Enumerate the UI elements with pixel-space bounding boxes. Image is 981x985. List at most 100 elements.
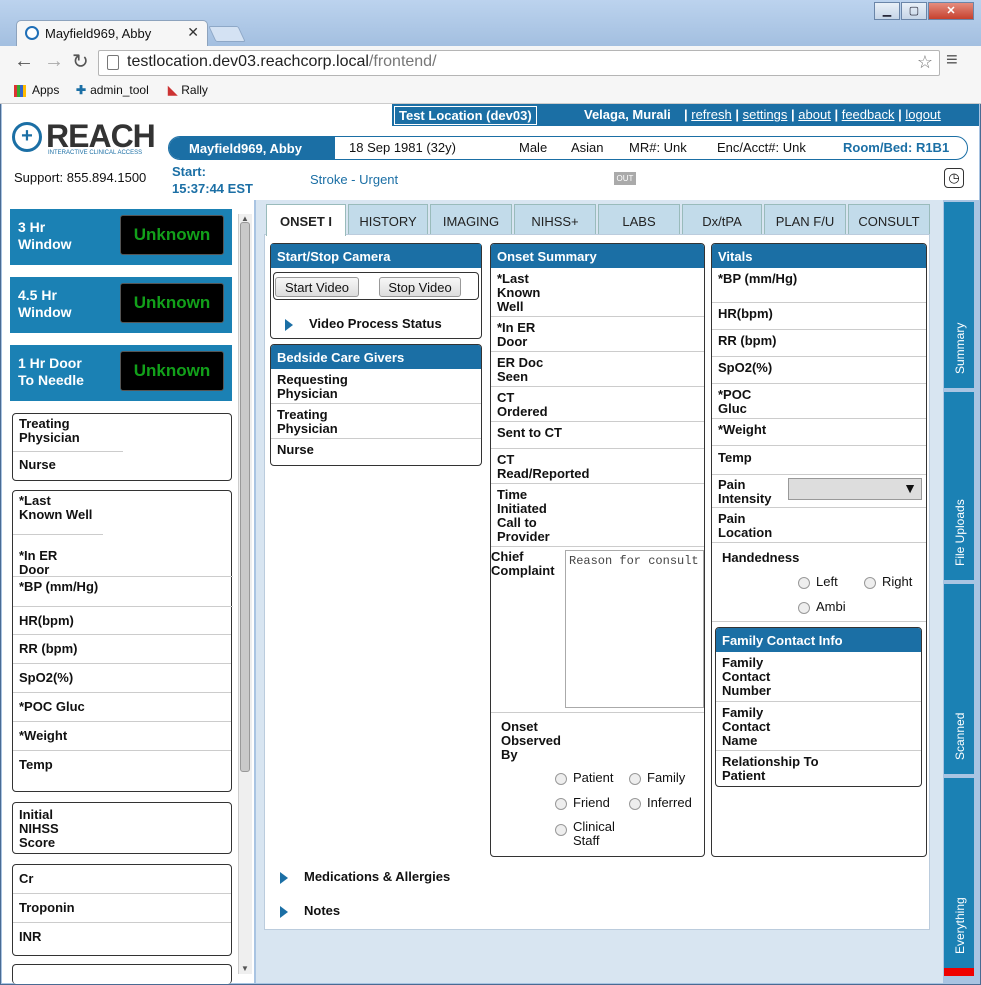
observed-friend-radio[interactable]: Friend: [555, 795, 610, 810]
onset-last-known-well[interactable]: *Last Known Well: [491, 268, 704, 317]
expand-arrow-icon: [280, 871, 288, 884]
maximize-button[interactable]: ▢: [901, 2, 927, 20]
settings-link[interactable]: settings: [743, 107, 788, 122]
forward-icon[interactable]: →: [44, 50, 64, 73]
observed-patient-radio[interactable]: Patient: [555, 770, 613, 785]
notes-expander[interactable]: Notes: [280, 903, 340, 918]
onset-ct-ordered[interactable]: CT Ordered: [491, 387, 704, 422]
left-nurse[interactable]: Nurse: [13, 452, 231, 480]
tab-labs[interactable]: LABS: [598, 204, 680, 236]
vitals-rr[interactable]: RR (bpm): [712, 330, 926, 357]
left-rr[interactable]: RR (bpm): [13, 635, 231, 664]
onset-er-doc-seen[interactable]: ER Doc Seen: [491, 352, 704, 387]
onset-ct-read[interactable]: CT Read/Reported: [491, 449, 704, 484]
side-tab-scanned[interactable]: Scanned: [944, 584, 974, 774]
onset-time-call[interactable]: Time Initiated Call to Provider: [491, 484, 704, 547]
tab-dx-tpa[interactable]: Dx/tPA: [682, 204, 762, 236]
about-link[interactable]: about: [798, 107, 831, 122]
requesting-physician[interactable]: Requesting Physician: [271, 369, 481, 404]
left-hr[interactable]: HR(bpm): [13, 607, 231, 635]
left-initial-nihss[interactable]: Initial NIHSS Score: [13, 803, 83, 853]
family-contact-number[interactable]: Family Contact Number: [716, 652, 921, 702]
rally-bookmark[interactable]: ◣ Rally: [168, 83, 208, 97]
vitals-bp[interactable]: *BP (mm/Hg): [712, 268, 926, 303]
refresh-link[interactable]: refresh: [691, 107, 731, 122]
address-bar[interactable]: testlocation.dev03.reachcorp.local/front…: [98, 50, 940, 76]
feedback-link[interactable]: feedback: [842, 107, 895, 122]
reload-icon[interactable]: ↻: [72, 49, 89, 74]
out-badge: OUT: [614, 172, 636, 185]
browser-tab[interactable]: Mayfield969, Abby ✕: [16, 20, 208, 46]
onset-sent-to-ct[interactable]: Sent to CT: [491, 422, 704, 449]
vitals-pain-intensity[interactable]: Pain Intensity ▼: [712, 475, 926, 508]
onset-in-er-door[interactable]: *In ER Door: [491, 317, 704, 352]
observed-family-radio[interactable]: Family: [629, 770, 685, 785]
logout-link[interactable]: logout: [905, 107, 940, 122]
left-last-known-well[interactable]: *Last Known Well: [13, 491, 103, 535]
left-treating-physician[interactable]: Treating Physician: [13, 414, 123, 452]
chief-complaint-textarea[interactable]: Reason for consult: [565, 550, 704, 708]
side-tab-file-uploads[interactable]: File Uploads: [944, 392, 974, 580]
tab-plan-fu[interactable]: PLAN F/U: [764, 204, 846, 236]
hand-right-radio[interactable]: Right: [864, 574, 912, 589]
tab-imaging[interactable]: IMAGING: [430, 204, 512, 236]
scroll-down-icon[interactable]: ▼: [241, 964, 249, 973]
hand-ambi-radio[interactable]: Ambi: [798, 599, 846, 614]
patient-enc: Enc/Acct#: Unk: [717, 140, 806, 155]
expand-arrow-icon: [285, 318, 293, 331]
pain-intensity-select[interactable]: ▼: [788, 478, 922, 500]
vitals-pain-location[interactable]: Pain Location: [712, 508, 926, 543]
clock-icon[interactable]: ◷: [944, 168, 964, 188]
vitals-poc-gluc[interactable]: *POC Gluc: [712, 384, 926, 419]
minimize-button[interactable]: ▁: [874, 2, 900, 20]
observed-clinical-staff-radio[interactable]: Clinical Staff: [555, 820, 635, 848]
start-video-button[interactable]: Start Video: [275, 277, 359, 297]
close-tab-icon[interactable]: ✕: [187, 24, 199, 41]
bookmark-star-icon[interactable]: ☆: [917, 52, 933, 73]
hand-left-radio[interactable]: Left: [798, 574, 838, 589]
left-bp[interactable]: *BP (mm/Hg): [13, 577, 233, 607]
side-tab-summary[interactable]: Summary: [944, 202, 974, 388]
radio-label: Right: [882, 574, 913, 589]
apps-bookmark[interactable]: Apps: [14, 83, 59, 97]
treating-physician[interactable]: Treating Physician: [271, 404, 481, 439]
scroll-up-icon[interactable]: ▲: [241, 214, 249, 223]
left-scrollbar-thumb[interactable]: [240, 222, 250, 772]
close-window-button[interactable]: ✕: [928, 2, 974, 20]
camera-section: Start/Stop Camera Start Video Stop Video…: [270, 243, 482, 339]
tab-nihss[interactable]: NIHSS+: [514, 204, 596, 236]
row-label: *POC Gluc: [718, 387, 752, 416]
video-status-expander[interactable]: Video Process Status: [285, 316, 442, 331]
support-phone: Support: 855.894.1500: [14, 170, 147, 185]
family-contact-name[interactable]: Family Contact Name: [716, 702, 921, 751]
left-weight[interactable]: *Weight: [13, 722, 231, 751]
vitals-spo2[interactable]: SpO2(%): [712, 357, 926, 384]
back-icon[interactable]: ←: [14, 50, 34, 73]
vitals-temp[interactable]: Temp: [712, 446, 926, 475]
left-in-er-door[interactable]: *In ER Door: [13, 535, 233, 577]
tab-consult[interactable]: CONSULT: [848, 204, 930, 236]
vitals-hr[interactable]: HR(bpm): [712, 303, 926, 330]
menu-icon[interactable]: ≡: [946, 49, 958, 72]
divider: [491, 712, 704, 713]
case-type: Stroke - Urgent: [310, 172, 399, 187]
left-poc-gluc[interactable]: *POC Gluc: [13, 693, 231, 722]
left-spo2[interactable]: SpO2(%): [13, 664, 231, 693]
observed-inferred-radio[interactable]: Inferred: [629, 795, 692, 810]
bedside-nurse[interactable]: Nurse: [271, 439, 481, 459]
left-cr[interactable]: Cr: [13, 865, 231, 894]
radio-icon: [798, 601, 810, 614]
admin-tool-bookmark[interactable]: ✚ admin_tool: [76, 83, 149, 97]
medications-expander[interactable]: Medications & Allergies: [280, 869, 450, 884]
left-temp[interactable]: Temp: [13, 751, 231, 780]
tab-history[interactable]: HISTORY: [348, 204, 428, 236]
tab-onset[interactable]: ONSET I: [266, 204, 346, 236]
left-troponin[interactable]: Troponin: [13, 894, 231, 923]
vitals-weight[interactable]: *Weight: [712, 419, 926, 446]
stop-video-button[interactable]: Stop Video: [379, 277, 461, 297]
relationship-to-patient[interactable]: Relationship To Patient: [716, 751, 921, 785]
radio-icon: [555, 824, 567, 836]
left-nihss-box: Initial NIHSS Score: [12, 802, 232, 854]
left-inr[interactable]: INR: [13, 923, 231, 953]
side-tab-everything[interactable]: Everything: [944, 778, 974, 968]
